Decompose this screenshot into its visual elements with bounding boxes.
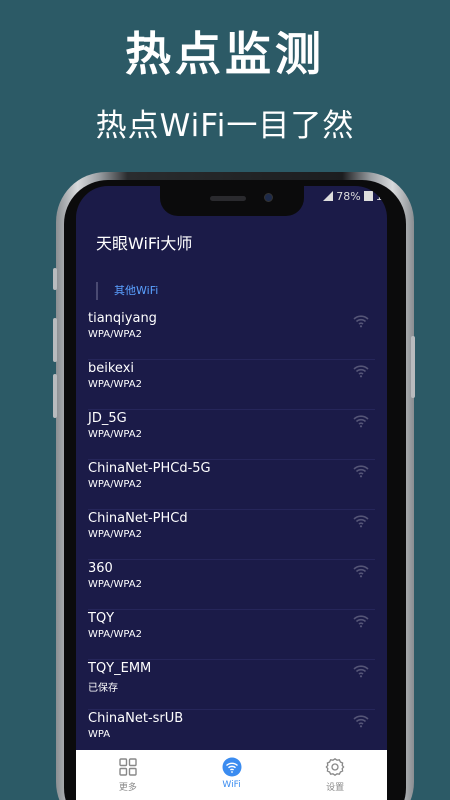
nav-item-settings[interactable]: 设置 bbox=[283, 750, 387, 800]
nav-item-wifi[interactable]: WiFi bbox=[180, 750, 284, 800]
wifi-list-item[interactable]: TQY WPA/WPA2 bbox=[88, 610, 375, 660]
wifi-security: WPA/WPA2 bbox=[88, 579, 142, 590]
gear-icon bbox=[325, 758, 345, 776]
wifi-signal-icon bbox=[353, 665, 369, 678]
signal-icon bbox=[323, 191, 334, 201]
wifi-signal-icon bbox=[353, 315, 369, 328]
wifi-list: tianqiyang WPA/WPA2 beikexi WPA/WPA2 JD_… bbox=[76, 310, 387, 760]
wifi-list-item[interactable]: tianqiyang WPA/WPA2 bbox=[88, 310, 375, 360]
power-button bbox=[411, 336, 415, 398]
wifi-list-item[interactable]: ChinaNet-PHCd WPA/WPA2 bbox=[88, 510, 375, 560]
wifi-name: ChinaNet-PHCd-5G bbox=[88, 461, 211, 476]
wifi-list-item[interactable]: TQY_EMM 已保存 bbox=[88, 660, 375, 710]
wifi-icon bbox=[222, 757, 241, 777]
front-camera bbox=[264, 193, 273, 202]
volume-down-button bbox=[53, 374, 57, 418]
wifi-security: WPA bbox=[88, 729, 111, 740]
wifi-name: ChinaNet-PHCd bbox=[88, 511, 188, 526]
speaker bbox=[210, 196, 246, 201]
wifi-name: JD_5G bbox=[88, 411, 127, 426]
wifi-list-item[interactable]: JD_5G WPA/WPA2 bbox=[88, 410, 375, 460]
promo-title: 热点监测 bbox=[125, 27, 325, 81]
notch bbox=[160, 186, 304, 216]
wifi-signal-icon bbox=[353, 515, 369, 528]
wifi-signal-icon bbox=[353, 715, 369, 728]
section-header-other-wifi: 其他WiFi bbox=[96, 282, 158, 300]
wifi-signal-icon bbox=[353, 465, 369, 478]
nav-label-more: 更多 bbox=[118, 783, 137, 793]
phone-screen: 78% 1( 天眼WiFi大师 其他WiFi tianqiyang WPA/WP… bbox=[76, 186, 387, 800]
wifi-security: WPA/WPA2 bbox=[88, 629, 142, 640]
mute-switch bbox=[53, 268, 57, 290]
wifi-list-item[interactable]: beikexi WPA/WPA2 bbox=[88, 360, 375, 410]
wifi-security: WPA/WPA2 bbox=[88, 479, 142, 490]
wifi-list-item[interactable]: 360 WPA/WPA2 bbox=[88, 560, 375, 610]
wifi-signal-icon bbox=[353, 415, 369, 428]
wifi-list-item[interactable]: ChinaNet-PHCd-5G WPA/WPA2 bbox=[88, 460, 375, 510]
wifi-signal-icon bbox=[353, 365, 369, 378]
wifi-security: WPA/WPA2 bbox=[88, 379, 142, 390]
wifi-security: 已保存 bbox=[88, 683, 118, 694]
volume-up-button bbox=[53, 318, 57, 362]
bottom-nav: 更多 WiFi 设置 bbox=[76, 750, 387, 800]
wifi-name: TQY_EMM bbox=[88, 661, 152, 676]
app-title: 天眼WiFi大师 bbox=[96, 234, 193, 253]
wifi-security: WPA/WPA2 bbox=[88, 329, 142, 340]
grid-icon bbox=[119, 758, 137, 776]
nav-label-settings: 设置 bbox=[326, 783, 345, 793]
wifi-name: TQY bbox=[88, 611, 115, 626]
wifi-name: beikexi bbox=[88, 361, 135, 376]
status-bar: 78% 1( bbox=[323, 188, 387, 204]
promo-subtitle: 热点WiFi一目了然 bbox=[95, 108, 355, 144]
nav-item-more[interactable]: 更多 bbox=[76, 750, 180, 800]
battery-icon bbox=[363, 191, 373, 201]
nav-label-wifi: WiFi bbox=[222, 780, 241, 790]
wifi-signal-icon bbox=[353, 615, 369, 628]
wifi-name: 360 bbox=[88, 561, 113, 576]
status-time: 1( bbox=[375, 189, 387, 203]
wifi-security: WPA/WPA2 bbox=[88, 429, 142, 440]
wifi-security: WPA/WPA2 bbox=[88, 529, 142, 540]
wifi-name: ChinaNet-srUB bbox=[88, 711, 184, 726]
wifi-signal-icon bbox=[353, 565, 369, 578]
wifi-name: tianqiyang bbox=[88, 311, 157, 326]
battery-percent: 78% bbox=[336, 189, 361, 203]
